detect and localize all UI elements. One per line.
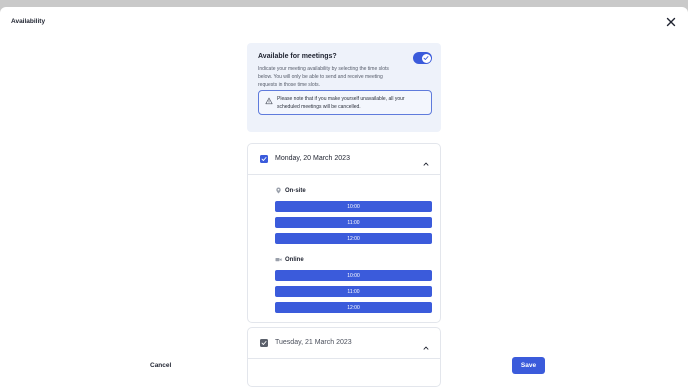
chevron-up-icon (423, 346, 429, 350)
warning-icon (265, 97, 273, 105)
checkmark-icon (261, 157, 267, 161)
save-button[interactable]: Save (512, 357, 545, 374)
close-button[interactable] (664, 15, 678, 29)
availability-toggle[interactable] (413, 52, 432, 64)
time-slot[interactable]: 10:00 (275, 201, 432, 212)
day-label: Monday, 20 March 2023 (275, 155, 350, 162)
collapse-button[interactable] (422, 155, 430, 166)
day-header[interactable]: Tuesday, 21 March 2023 (248, 328, 440, 359)
note-text: Please note that if you make yourself un… (277, 96, 405, 110)
cancellation-note: Please note that if you make yourself un… (258, 90, 432, 115)
time-slot[interactable]: 11:00 (275, 286, 432, 297)
close-icon (666, 17, 676, 27)
group-label: On-site (285, 187, 306, 194)
slot-group-online: Online (275, 256, 304, 263)
availability-modal: Availability Available for meetings? Ind… (0, 7, 688, 387)
availability-title: Available for meetings? (258, 53, 337, 60)
time-slot[interactable]: 12:00 (275, 233, 432, 244)
availability-description: Indicate your meeting availability by se… (258, 66, 389, 88)
day-header[interactable]: Monday, 20 March 2023 (248, 144, 440, 175)
collapse-button[interactable] (422, 339, 430, 350)
day-checkbox[interactable] (260, 339, 268, 347)
cancel-button[interactable]: Cancel (150, 362, 171, 369)
check-icon (423, 56, 429, 60)
modal-title: Availability (11, 18, 46, 25)
video-camera-icon (275, 258, 282, 262)
slot-group-onsite: On-site (275, 187, 306, 194)
day-card-monday: Monday, 20 March 2023 On-site 10:00 11:0… (247, 143, 441, 323)
time-slot[interactable]: 11:00 (275, 217, 432, 228)
day-label: Tuesday, 21 March 2023 (275, 339, 352, 346)
group-label: Online (285, 256, 304, 263)
day-checkbox[interactable] (260, 155, 268, 163)
checkmark-icon (261, 341, 267, 345)
toggle-knob (421, 53, 431, 63)
time-slot[interactable]: 12:00 (275, 302, 432, 313)
availability-info-card: Available for meetings? Indicate your me… (247, 43, 441, 132)
location-pin-icon (276, 187, 281, 194)
time-slot[interactable]: 10:00 (275, 270, 432, 281)
chevron-up-icon (423, 162, 429, 166)
day-card-tuesday: Tuesday, 21 March 2023 (247, 327, 441, 387)
